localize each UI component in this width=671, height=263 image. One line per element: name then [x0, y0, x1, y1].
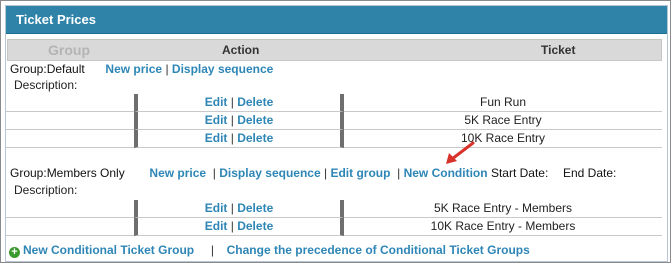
description-label: Description: [14, 78, 78, 92]
delete-link[interactable]: Delete [237, 201, 273, 215]
ticket-name: 5K Race Entry - Members [344, 200, 662, 218]
group-name: Default [46, 62, 85, 76]
row-actions: Edit | Delete [134, 94, 344, 112]
header-ticket: Ticket [541, 43, 576, 57]
edit-link[interactable]: Edit [205, 95, 228, 109]
table-header: Group Action Ticket [7, 39, 662, 61]
new-conditional-group-link[interactable]: New Conditional Ticket Group [23, 243, 194, 257]
separator: | [230, 201, 234, 215]
delete-link[interactable]: Delete [237, 131, 273, 145]
screenshot-frame: Ticket Prices Group Action Ticket Group:… [0, 0, 671, 263]
row-spacer [6, 218, 134, 236]
new-price-link[interactable]: New price [105, 62, 162, 76]
header-group: Group [48, 42, 90, 58]
group-row-default: Group:Default New price | Display sequen… [10, 61, 273, 77]
separator: | [230, 95, 234, 109]
footer-actions: + New Conditional Ticket Group | Change t… [9, 242, 530, 258]
ticket-prices-panel: Ticket Prices Group Action Ticket Group:… [5, 5, 668, 262]
row-spacer [6, 130, 134, 148]
end-date-label: End Date: [562, 166, 617, 180]
edit-link[interactable]: Edit [205, 201, 228, 215]
ticket-list-members: Edit | Delete 5K Race Entry - Members Ed… [6, 200, 662, 236]
edit-link[interactable]: Edit [205, 219, 228, 233]
row-actions: Edit | Delete [134, 112, 344, 130]
description-label: Description: [14, 183, 78, 197]
table-row: Edit | Delete 10K Race Entry - Members [6, 218, 662, 236]
separator: | [393, 166, 401, 180]
ticket-name: 10K Race Entry - Members [344, 218, 662, 236]
ticket-list-default: Edit | Delete Fun Run Edit | Delete 5K R… [6, 94, 662, 148]
group-label: Group: [10, 62, 47, 76]
separator: | [230, 113, 234, 127]
edit-link[interactable]: Edit [205, 113, 228, 127]
display-sequence-link[interactable]: Display sequence [172, 62, 273, 76]
new-condition-link[interactable]: New Condition [404, 166, 488, 180]
row-actions: Edit | Delete [134, 218, 344, 236]
table-row: Edit | Delete 10K Race Entry [6, 130, 662, 148]
row-actions: Edit | Delete [134, 130, 344, 148]
group-label: Group: [10, 166, 47, 180]
separator: | [210, 243, 214, 257]
row-spacer [6, 200, 134, 218]
start-date-label: Start Date: [490, 166, 549, 180]
edit-group-link[interactable]: Edit group [330, 166, 390, 180]
red-arrow-icon [446, 141, 475, 164]
plus-circle-icon[interactable]: + [9, 247, 20, 258]
row-actions: Edit | Delete [134, 200, 344, 218]
separator: | [165, 62, 169, 76]
table-row: Edit | Delete 5K Race Entry - Members [6, 200, 662, 218]
separator: | [323, 166, 328, 180]
panel-title: Ticket Prices [6, 6, 667, 34]
ticket-name: Fun Run [344, 94, 662, 112]
new-price-link[interactable]: New price [149, 166, 206, 180]
group-name: Members Only [46, 166, 125, 180]
delete-link[interactable]: Delete [237, 113, 273, 127]
header-action: Action [222, 43, 260, 57]
display-sequence-link[interactable]: Display sequence [219, 166, 320, 180]
separator: | [230, 131, 234, 145]
table-row: Edit | Delete Fun Run [6, 94, 662, 112]
separator: | [230, 219, 234, 233]
table-row: Edit | Delete 5K Race Entry [6, 112, 662, 130]
edit-link[interactable]: Edit [205, 131, 228, 145]
delete-link[interactable]: Delete [237, 95, 273, 109]
row-spacer [6, 112, 134, 130]
row-spacer [6, 94, 134, 112]
ticket-name: 5K Race Entry [344, 112, 662, 130]
group-row-members-only: Group:Members Only New price | Display s… [10, 165, 616, 181]
delete-link[interactable]: Delete [237, 219, 273, 233]
ticket-name: 10K Race Entry [344, 130, 662, 148]
separator: | [209, 166, 216, 180]
change-precedence-link[interactable]: Change the precedence of Conditional Tic… [227, 243, 530, 257]
